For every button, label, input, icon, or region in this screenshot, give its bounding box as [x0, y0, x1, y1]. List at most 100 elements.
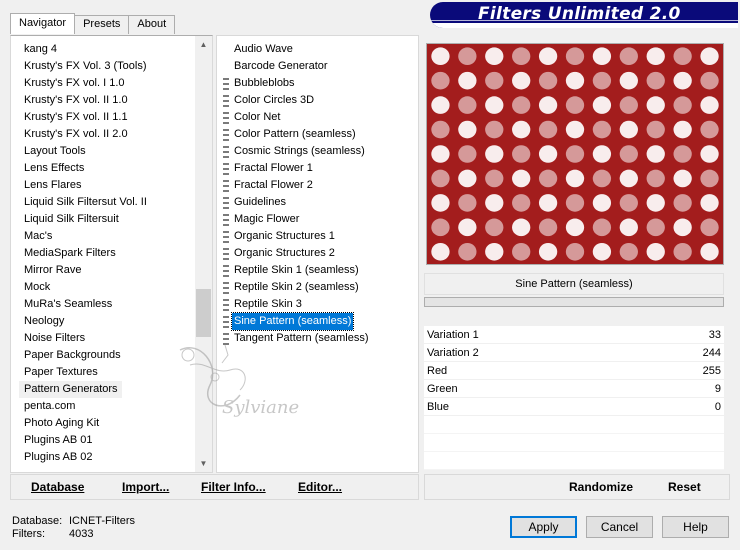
- category-scrollbar[interactable]: ▲ ▼: [195, 36, 212, 472]
- category-item[interactable]: Layout Tools: [19, 143, 90, 160]
- category-item[interactable]: Neology: [19, 313, 68, 330]
- filter-item[interactable]: Color Net: [223, 109, 371, 126]
- filter-grip-icon: [223, 213, 229, 226]
- filter-item[interactable]: Tangent Pattern (seamless): [223, 330, 371, 347]
- category-item[interactable]: Photo Aging Kit: [19, 415, 103, 432]
- cancel-button[interactable]: Cancel: [586, 516, 653, 538]
- param-value: 255: [702, 365, 721, 377]
- param-row[interactable]: Green 9: [424, 380, 724, 398]
- filter-item[interactable]: Color Circles 3D: [223, 92, 371, 109]
- category-item[interactable]: Liquid Silk Filtersut Vol. II: [19, 194, 151, 211]
- tab-about[interactable]: About: [128, 15, 176, 34]
- filter-item-label: Color Circles 3D: [234, 94, 315, 106]
- category-item[interactable]: Mirror Rave: [19, 262, 85, 279]
- category-item[interactable]: Krusty's FX vol. II 1.0: [19, 92, 132, 109]
- filter-item[interactable]: Organic Structures 2: [223, 245, 371, 262]
- filter-grip-icon: [223, 145, 229, 158]
- filter-item[interactable]: Cosmic Strings (seamless): [223, 143, 371, 160]
- scroll-up-icon[interactable]: ▲: [195, 36, 212, 53]
- category-item[interactable]: Paper Textures: [19, 364, 102, 381]
- category-item[interactable]: Paper Backgrounds: [19, 347, 125, 364]
- help-button[interactable]: Help: [662, 516, 729, 538]
- filter-item[interactable]: Fractal Flower 1: [223, 160, 371, 177]
- editor-button[interactable]: Editor...: [298, 480, 342, 494]
- scroll-down-icon[interactable]: ▼: [195, 455, 212, 472]
- filter-item-label: Audio Wave: [234, 43, 293, 55]
- category-item[interactable]: Noise Filters: [19, 330, 89, 347]
- category-item[interactable]: MediaSpark Filters: [19, 245, 120, 262]
- preview-panel: Sine Pattern (seamless) Variation 1 33 Var…: [424, 35, 730, 473]
- category-item[interactable]: Lens Effects: [19, 160, 88, 177]
- filter-item-label: Reptile Skin 2 (seamless): [234, 281, 359, 293]
- param-label: Blue: [427, 401, 450, 413]
- category-item[interactable]: Krusty's FX Vol. 3 (Tools): [19, 58, 151, 75]
- category-item[interactable]: Krusty's FX vol. II 2.0: [19, 126, 132, 143]
- category-item[interactable]: Plugins AB 01: [19, 432, 97, 449]
- filter-item[interactable]: Magic Flower: [223, 211, 371, 228]
- filter-item-label: Cosmic Strings (seamless): [234, 145, 365, 157]
- filter-grip-icon: [223, 264, 229, 277]
- category-item[interactable]: Krusty's FX vol. II 1.1: [19, 109, 132, 126]
- filter-grip-icon: [223, 332, 229, 345]
- param-row[interactable]: Red 255: [424, 362, 724, 380]
- category-item[interactable]: Pattern Generators: [19, 381, 122, 398]
- tab-navigator[interactable]: Navigator: [10, 13, 76, 34]
- filter-item[interactable]: Reptile Skin 3: [223, 296, 371, 313]
- filter-grip-icon: [223, 298, 229, 311]
- param-label: Green: [427, 383, 458, 395]
- filter-item-label: Guidelines: [234, 196, 286, 208]
- param-label: Variation 2: [427, 347, 479, 359]
- param-row-empty: [424, 416, 724, 434]
- filter-item[interactable]: Color Pattern (seamless): [223, 126, 371, 143]
- filter-item[interactable]: Organic Structures 1: [223, 228, 371, 245]
- database-button[interactable]: Database: [31, 480, 84, 494]
- database-label: Database:: [12, 515, 63, 527]
- apply-button[interactable]: Apply: [510, 516, 577, 538]
- filter-list[interactable]: Audio Wave Barcode Generator Bubbleblobs Co…: [216, 35, 419, 473]
- category-item[interactable]: Liquid Silk Filtersuit: [19, 211, 123, 228]
- filter-item[interactable]: Reptile Skin 1 (seamless): [223, 262, 371, 279]
- param-row[interactable]: Variation 2 244: [424, 344, 724, 362]
- param-row[interactable]: Blue 0: [424, 398, 724, 416]
- filter-grip-icon: [223, 230, 229, 243]
- category-list[interactable]: kang 4 Krusty's FX Vol. 3 (Tools) Krusty's…: [10, 35, 213, 473]
- filter-grip-icon: [223, 315, 229, 328]
- filter-item-label: Barcode Generator: [234, 60, 328, 72]
- randomize-button[interactable]: Randomize: [569, 480, 633, 494]
- scroll-thumb[interactable]: [196, 289, 211, 337]
- category-item[interactable]: MuRa's Seamless: [19, 296, 116, 313]
- category-item[interactable]: Mock: [19, 279, 54, 296]
- filter-item[interactable]: Barcode Generator: [223, 58, 371, 75]
- filter-item[interactable]: Audio Wave: [223, 41, 371, 58]
- filter-grip-icon: [223, 247, 229, 260]
- reset-button[interactable]: Reset: [668, 480, 701, 494]
- category-item[interactable]: Plugins AB 02: [19, 449, 97, 466]
- filter-item[interactable]: Bubbleblobs: [223, 75, 371, 92]
- param-value: 9: [714, 383, 721, 395]
- filter-grip-icon: [223, 128, 229, 141]
- category-item[interactable]: kang 4: [19, 41, 61, 58]
- category-item[interactable]: Krusty's FX vol. I 1.0: [19, 75, 129, 92]
- filter-item[interactable]: Reptile Skin 2 (seamless): [223, 279, 371, 296]
- filter-grip-icon: [223, 94, 229, 107]
- tab-presets[interactable]: Presets: [74, 15, 130, 34]
- param-value: 244: [702, 347, 721, 359]
- category-item[interactable]: Mac's: [19, 228, 56, 245]
- filter-progress-bar: [424, 297, 724, 307]
- filter-grip-icon: [223, 111, 229, 124]
- category-item[interactable]: penta.com: [19, 398, 79, 415]
- filter-grip-icon: [223, 44, 229, 56]
- preview-image: [426, 43, 724, 265]
- category-item[interactable]: Lens Flares: [19, 177, 85, 194]
- filter-item[interactable]: Sine Pattern (seamless): [223, 312, 371, 331]
- import-button[interactable]: Import...: [122, 480, 169, 494]
- filter-item[interactable]: Guidelines: [223, 194, 371, 211]
- filter-info-button[interactable]: Filter Info...: [201, 480, 266, 494]
- param-row-empty: [424, 452, 724, 470]
- filters-count: 4033: [69, 528, 94, 540]
- filter-item-label: Organic Structures 1: [234, 230, 335, 242]
- filter-items: Audio Wave Barcode Generator Bubbleblobs Co…: [223, 41, 371, 347]
- param-row-empty: [424, 434, 724, 452]
- filter-item[interactable]: Fractal Flower 2: [223, 177, 371, 194]
- param-row[interactable]: Variation 1 33: [424, 326, 724, 344]
